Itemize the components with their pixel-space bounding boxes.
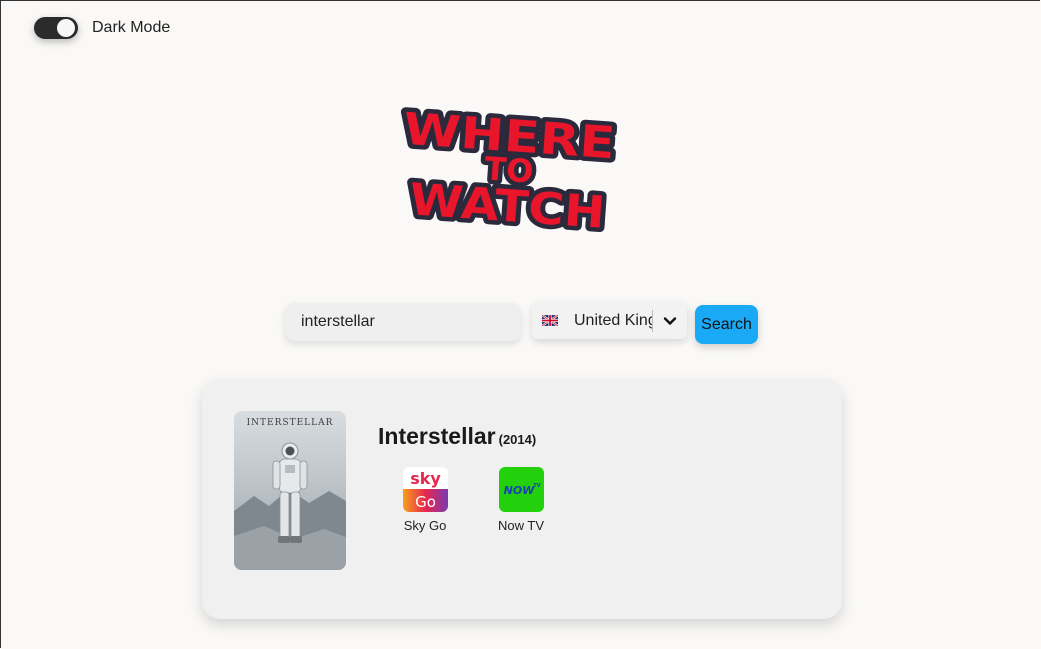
toggle-knob [57, 19, 75, 37]
movie-title: Interstellar [378, 423, 496, 449]
provider-sky-go[interactable]: sky Go Sky Go [390, 467, 460, 533]
poster-title: INTERSTELLAR [247, 418, 334, 428]
dark-mode-label: Dark Mode [92, 19, 171, 36]
uk-flag-icon [542, 315, 558, 326]
sky-go-icon: sky Go [402, 467, 448, 512]
provider-label: Sky Go [403, 518, 447, 533]
where-to-watch-logo: WHERE TO WATCH [397, 99, 621, 239]
country-select[interactable]: United Kingdom [532, 302, 687, 339]
svg-text:Go: Go [415, 493, 436, 511]
dark-mode-toggle[interactable] [34, 17, 78, 39]
logo-line-3: WATCH [408, 174, 607, 239]
movie-title-line: Interstellar (2014) [378, 423, 536, 450]
svg-text:sky: sky [410, 469, 441, 488]
movie-year: (2014) [498, 432, 537, 447]
search-button[interactable]: Search [695, 305, 758, 344]
dark-mode-row: Dark Mode [34, 17, 170, 39]
provider-label: Now TV [498, 518, 544, 533]
movie-poster[interactable]: INTERSTELLAR [234, 411, 346, 570]
app-window: Dark Mode WHERE TO WATCH United Kingdom … [0, 0, 1040, 648]
result-card: INTERSTELLAR Interstellar (2014) sky Go … [202, 379, 842, 619]
now-tv-icon: NOW TV [498, 467, 544, 512]
svg-text:NOW: NOW [503, 484, 535, 497]
search-input[interactable] [285, 303, 521, 341]
svg-text:TV: TV [533, 483, 540, 489]
country-value: United Kingdom [574, 311, 652, 329]
select-divider [652, 309, 653, 332]
provider-now-tv[interactable]: NOW TV Now TV [486, 467, 556, 533]
chevron-down-icon [663, 316, 677, 325]
